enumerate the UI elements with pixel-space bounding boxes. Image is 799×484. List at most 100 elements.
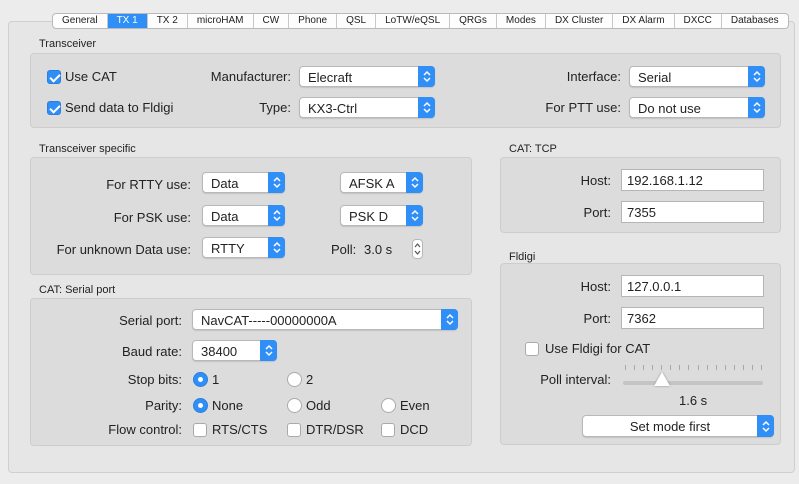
chevron-updown-icon [748,97,765,118]
rtty-mode-value: AFSK A [349,176,395,191]
transceiver-section-title: Transceiver [39,38,97,50]
flow-control-label: Flow control: [108,422,182,437]
manufacturer-value: Elecraft [308,70,353,85]
tab-modes[interactable]: Modes [497,14,546,28]
tab-tx-2[interactable]: TX 2 [148,14,188,28]
tcp-port-label: Port: [583,205,611,220]
poll-stepper[interactable] [412,239,423,259]
ptt-popup[interactable]: Do not use [629,97,765,118]
stop-bits-1-radio[interactable] [193,372,208,387]
type-label: Type: [259,100,291,115]
slider-tick [634,365,636,370]
tab-qsl[interactable]: QSL [337,14,377,28]
poll-label: Poll: [331,242,357,257]
set-mode-first-label: Set mode first [629,419,711,434]
fldigi-use-cat-checkbox[interactable] [525,342,539,356]
tab-databases[interactable]: Databases [722,14,788,28]
transceiver-box: Use CAT Send data to Fldigi Manufacturer… [30,53,781,128]
poll-interval-label: Poll interval: [540,372,611,387]
fldigi-port-input[interactable] [622,308,763,328]
use-cat-label: Use CAT [65,69,117,84]
slider-tick [761,365,762,370]
fldigi-host-input[interactable] [622,276,763,296]
tcp-port-input[interactable] [622,202,763,222]
flow-rtscts-label: RTS/CTS [212,422,268,437]
fldigi-host-field[interactable] [621,275,764,297]
fldigi-box: Host: Port: Use Fldigi for CAT Poll inte… [500,263,781,445]
flow-dcd-checkbox[interactable] [381,423,395,437]
tab-microham[interactable]: microHAM [188,14,254,28]
tab-qrgs[interactable]: QRGs [450,14,497,28]
stepper-arrows-icon [414,243,421,255]
chevron-updown-icon [418,97,435,118]
use-cat-checkbox[interactable] [47,70,61,84]
parity-odd-radio[interactable] [287,398,302,413]
fldigi-port-field[interactable] [621,307,764,329]
flow-dtrdsr-checkbox[interactable] [287,423,301,437]
slider-tick [706,365,708,370]
tab-dx-alarm[interactable]: DX Alarm [613,14,675,28]
poll-interval-slider-knob[interactable] [654,372,671,386]
settings-pane: Transceiver Use CAT Send data to Fldigi … [8,21,795,473]
tcp-port-field[interactable] [621,201,764,223]
rtty-popup[interactable]: Data [202,172,285,193]
specific-section-title: Transceiver specific [39,143,136,155]
parity-odd-label: Odd [306,398,331,413]
tcp-host-input[interactable] [622,170,763,190]
parity-none-radio[interactable] [193,398,208,413]
tab-dxcc[interactable]: DXCC [675,14,722,28]
poll-interval-track[interactable] [623,381,763,385]
psk-mode-value: PSK D [349,209,389,224]
interface-value: Serial [638,70,672,85]
stop-bits-label: Stop bits: [127,372,182,387]
tcp-host-field[interactable] [621,169,764,191]
tab-dx-cluster[interactable]: DX Cluster [546,14,614,28]
serial-port-value: NavCAT-----00000000A [201,313,337,328]
stop-bits-2-label: 2 [306,372,314,387]
tab-tx-1[interactable]: TX 1 [107,14,148,28]
baud-value: 38400 [201,344,238,359]
fldigi-use-cat-label: Use Fldigi for CAT [545,341,651,356]
flow-rtscts-checkbox[interactable] [193,423,207,437]
tab-bar: General TX 1 TX 2 microHAM CW Phone QSL LoTW/eQ… [52,13,789,29]
slider-tick [670,365,672,370]
psk-mode-popup[interactable]: PSK D [340,205,423,226]
type-value: KX3-Ctrl [308,101,358,116]
chevron-updown-icon [268,205,285,226]
manufacturer-label: Manufacturer: [210,69,291,84]
tab-lotw-eqsl[interactable]: LoTW/eQSL [376,14,451,28]
manufacturer-popup[interactable]: Elecraft [299,66,435,87]
chevron-updown-icon [418,66,435,87]
unknown-label: For unknown Data use: [56,242,191,257]
rtty-mode-popup[interactable]: AFSK A [340,172,423,193]
slider-tick [625,365,626,370]
tab-phone[interactable]: Phone [289,14,338,28]
type-popup[interactable]: KX3-Ctrl [299,97,435,118]
poll-interval-ticks [625,365,762,371]
psk-value: Data [211,209,239,224]
flow-dtrdsr-label: DTR/DSR [306,422,364,437]
poll-interval-value: 1.6 s [679,393,708,408]
slider-tick [733,365,735,370]
tab-cw[interactable]: CW [254,14,290,28]
parity-none-label: None [212,398,244,413]
stop-bits-2-radio[interactable] [287,372,302,387]
unknown-popup[interactable]: RTTY [202,237,285,258]
tcp-host-label: Host: [580,173,611,188]
send-fldigi-checkbox[interactable] [47,101,61,115]
interface-popup[interactable]: Serial [629,66,765,87]
chevron-updown-icon [757,415,774,437]
psk-popup[interactable]: Data [202,205,285,226]
chevron-updown-icon [260,340,277,361]
chevron-updown-icon [406,205,423,226]
ptt-label: For PTT use: [545,100,621,115]
parity-even-label: Even [400,398,430,413]
parity-even-radio[interactable] [381,398,396,413]
tab-general[interactable]: General [53,14,108,28]
serial-port-popup[interactable]: NavCAT-----00000000A [192,309,458,330]
set-mode-first-popup[interactable]: Set mode first [582,415,774,437]
baud-popup[interactable]: 38400 [192,340,277,361]
slider-tick [724,365,726,370]
stop-bits-1-label: 1 [212,372,220,387]
serial-port-label: Serial port: [119,313,182,328]
